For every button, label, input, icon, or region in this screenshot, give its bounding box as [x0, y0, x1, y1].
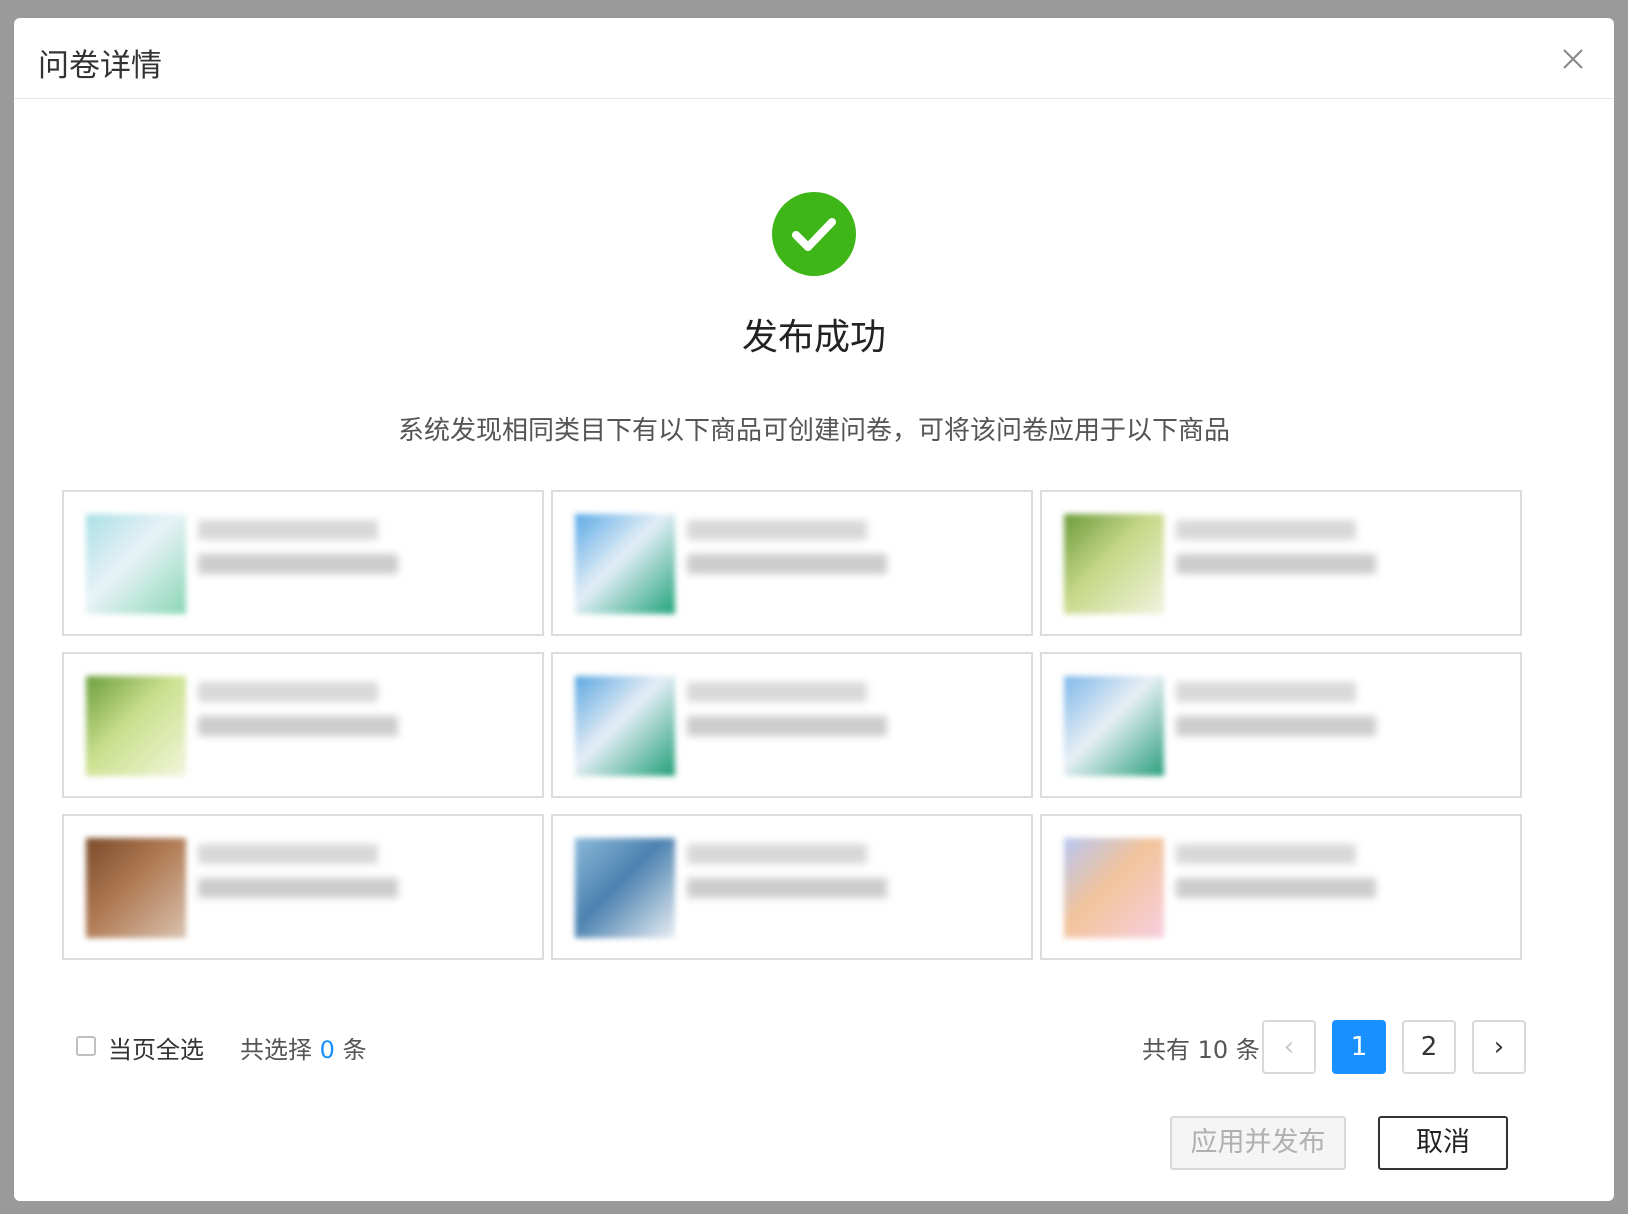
product-thumbnail	[86, 514, 186, 614]
success-title: 发布成功	[741, 317, 886, 358]
product-card[interactable]	[1040, 814, 1522, 960]
page-1-button[interactable]: 1	[1332, 1020, 1386, 1074]
selected-suffix: 条	[342, 1036, 367, 1064]
next-page-button[interactable]: ›	[1472, 1020, 1526, 1074]
product-card[interactable]	[62, 490, 544, 636]
select-all-label[interactable]: 当页全选	[108, 1030, 204, 1065]
cancel-button[interactable]: 取消	[1378, 1116, 1508, 1170]
product-title-blurred	[198, 520, 378, 540]
product-subtitle-blurred	[1176, 878, 1376, 898]
product-card[interactable]	[551, 490, 1033, 636]
product-thumbnail	[1064, 838, 1164, 938]
product-thumbnail	[86, 838, 186, 938]
modal-header: 问卷详情	[14, 18, 1614, 99]
product-thumbnail	[575, 514, 675, 614]
product-card[interactable]	[62, 652, 544, 798]
product-title-blurred	[687, 844, 867, 864]
selected-prefix: 共选择	[240, 1036, 312, 1064]
select-all-checkbox[interactable]	[76, 1036, 96, 1056]
product-subtitle-blurred	[198, 878, 398, 898]
product-subtitle-blurred	[198, 554, 398, 574]
questionnaire-detail-modal: 问卷详情 发布成功 系统发现相同类目下有以下商品可创建问卷，可将该问卷应用于以下…	[14, 18, 1614, 1201]
product-subtitle-blurred	[198, 716, 398, 736]
apply-description: 系统发现相同类目下有以下商品可创建问卷，可将该问卷应用于以下商品	[397, 416, 1230, 446]
selected-count-text: 共选择 0 条	[240, 1030, 367, 1065]
product-thumbnail	[86, 676, 186, 776]
product-title-blurred	[1176, 682, 1356, 702]
product-card[interactable]	[1040, 652, 1522, 798]
selected-count-number: 0	[319, 1036, 335, 1064]
product-title-blurred	[198, 844, 378, 864]
product-subtitle-blurred	[687, 554, 887, 574]
product-subtitle-blurred	[1176, 554, 1376, 574]
total-count-label: 共有 10 条	[1142, 1036, 1260, 1064]
product-subtitle-blurred	[1176, 716, 1376, 736]
product-thumbnail	[575, 676, 675, 776]
product-thumbnail	[1064, 676, 1164, 776]
modal-title: 问卷详情	[38, 48, 162, 84]
product-card[interactable]	[551, 652, 1033, 798]
selection-pagination-row: 当页全选 共选择 0 条 共有 10 条 ‹ 1 2 ›	[62, 1018, 1565, 1074]
product-title-blurred	[687, 682, 867, 702]
product-card[interactable]	[551, 814, 1033, 960]
prev-page-button[interactable]: ‹	[1262, 1020, 1316, 1074]
product-thumbnail	[1064, 514, 1164, 614]
product-thumbnail	[575, 838, 675, 938]
page-2-button[interactable]: 2	[1402, 1020, 1456, 1074]
apply-and-publish-button[interactable]: 应用并发布	[1170, 1116, 1346, 1170]
product-card[interactable]	[62, 814, 544, 960]
product-title-blurred	[1176, 844, 1356, 864]
product-title-blurred	[198, 682, 378, 702]
product-subtitle-blurred	[687, 878, 887, 898]
close-button[interactable]	[1558, 44, 1588, 74]
close-icon	[1563, 49, 1583, 69]
success-check-icon	[772, 192, 856, 276]
product-title-blurred	[1176, 520, 1356, 540]
product-subtitle-blurred	[687, 716, 887, 736]
product-title-blurred	[687, 520, 867, 540]
product-card[interactable]	[1040, 490, 1522, 636]
